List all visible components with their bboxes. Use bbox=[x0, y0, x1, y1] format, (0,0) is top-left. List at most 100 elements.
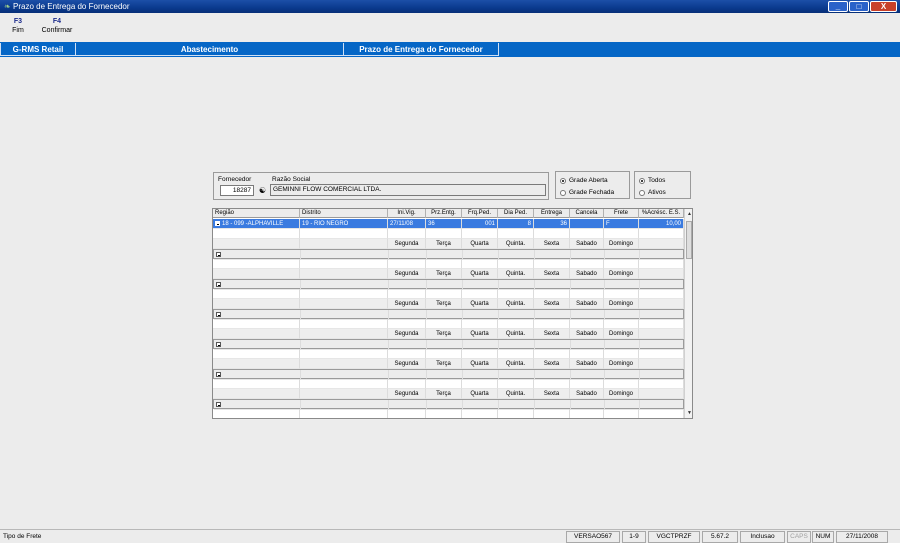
status-program: VGCTPRZF bbox=[648, 531, 700, 543]
col-header[interactable]: Distrito bbox=[300, 209, 388, 218]
weekday-row[interactable]: Segunda Terça Quarta Quinta. Sexta Sabado Domi… bbox=[213, 239, 684, 249]
close-button[interactable]: X bbox=[870, 1, 897, 12]
vertical-scrollbar[interactable]: ▲ ▼ bbox=[684, 209, 692, 418]
fim-button[interactable]: F3 Fim bbox=[6, 18, 30, 34]
table-cell: 10,00 bbox=[639, 219, 684, 229]
table-row[interactable] bbox=[213, 229, 684, 239]
scroll-down-icon[interactable]: ▼ bbox=[686, 409, 692, 417]
table-row[interactable] bbox=[213, 399, 685, 410]
table-row[interactable] bbox=[213, 249, 685, 260]
fornecedor-code-input[interactable]: 18287 bbox=[220, 185, 254, 196]
table-cell bbox=[300, 389, 388, 399]
table-cell bbox=[570, 289, 604, 299]
cell-distrito: 19 - RIO NEGRO bbox=[302, 221, 349, 227]
binoculars-icon[interactable]: ☯ bbox=[257, 185, 268, 196]
weekday-cell: Sexta bbox=[534, 269, 570, 279]
weekday-cell: Quinta. bbox=[498, 359, 534, 369]
status-filter-radio-group: Todos Ativos bbox=[634, 171, 691, 199]
table-row[interactable] bbox=[213, 319, 684, 329]
table-cell bbox=[388, 379, 426, 389]
col-header[interactable]: Cancela bbox=[570, 209, 604, 218]
col-header[interactable]: Frq.Ped. bbox=[462, 209, 498, 218]
weekday-cell: Terça bbox=[426, 389, 462, 399]
table-row[interactable] bbox=[213, 289, 684, 299]
col-header[interactable]: Frete bbox=[604, 209, 639, 218]
table-cell bbox=[462, 409, 498, 418]
weekday-cell: Quinta. bbox=[498, 269, 534, 279]
fornecedor-label: Fornecedor bbox=[218, 176, 252, 183]
table-row[interactable] bbox=[213, 409, 684, 418]
prazo-grid[interactable]: Região Distrito Ini.Vig. Prz.Entg. Frq.Ped. D… bbox=[212, 208, 693, 419]
maximize-button[interactable]: □ bbox=[849, 1, 869, 12]
table-row[interactable] bbox=[213, 279, 685, 290]
weekday-row[interactable]: Segunda Terça Quarta Quinta. Sexta Sabado Domi… bbox=[213, 269, 684, 279]
table-cell bbox=[639, 319, 684, 329]
status-bar: Tipo de Frete VERSAO567 1-9 VGCTPRZF 5.6… bbox=[0, 529, 900, 543]
col-header[interactable]: Entrega bbox=[534, 209, 570, 218]
table-row[interactable] bbox=[213, 349, 684, 359]
table-cell bbox=[426, 409, 462, 418]
collapse-icon[interactable] bbox=[215, 221, 220, 226]
table-row[interactable] bbox=[213, 379, 684, 389]
scroll-thumb[interactable] bbox=[686, 221, 692, 259]
table-cell bbox=[639, 269, 684, 279]
weekday-row[interactable]: Segunda Terça Quarta Quinta. Sexta Sabado Domi… bbox=[213, 329, 684, 339]
cell-dia-ped: 8 bbox=[527, 221, 531, 227]
todos-radio[interactable]: Todos bbox=[639, 177, 665, 184]
confirmar-label: Confirmar bbox=[41, 27, 73, 34]
confirmar-button[interactable]: F4 Confirmar bbox=[38, 18, 76, 34]
table-cell bbox=[300, 409, 388, 418]
table-cell bbox=[498, 289, 534, 299]
grade-aberta-label: Grade Aberta bbox=[569, 177, 608, 184]
collapse-icon[interactable] bbox=[216, 312, 221, 317]
col-header[interactable]: Dia Ped. bbox=[498, 209, 534, 218]
col-header[interactable]: Prz.Entg. bbox=[426, 209, 462, 218]
collapse-icon[interactable] bbox=[216, 402, 221, 407]
table-cell bbox=[639, 289, 684, 299]
weekday-cell: Domingo bbox=[604, 269, 639, 279]
table-cell bbox=[300, 269, 388, 279]
table-cell bbox=[604, 379, 639, 389]
col-header[interactable]: Região bbox=[213, 209, 300, 218]
table-cell bbox=[498, 349, 534, 359]
table-cell bbox=[639, 409, 684, 418]
cell-prz-entg: 36 bbox=[428, 221, 435, 227]
grade-fechada-radio[interactable]: Grade Fechada bbox=[560, 189, 614, 196]
f3-key: F3 bbox=[13, 18, 23, 25]
col-header[interactable]: %Acrésc. E.S. bbox=[639, 209, 684, 218]
table-cell: F bbox=[604, 219, 639, 229]
table-cell bbox=[639, 389, 684, 399]
collapse-icon[interactable] bbox=[216, 372, 221, 377]
grade-fechada-label: Grade Fechada bbox=[569, 189, 615, 196]
f4-key: F4 bbox=[52, 18, 62, 25]
weekday-cell: Quarta bbox=[462, 359, 498, 369]
table-cell bbox=[498, 319, 534, 329]
ativos-radio[interactable]: Ativos bbox=[639, 189, 666, 196]
collapse-icon[interactable] bbox=[216, 252, 221, 257]
table-cell bbox=[426, 289, 462, 299]
table-cell bbox=[604, 229, 639, 239]
col-header[interactable]: Ini.Vig. bbox=[388, 209, 426, 218]
minimize-button[interactable]: _ bbox=[828, 1, 848, 12]
table-row[interactable] bbox=[213, 339, 685, 350]
collapse-icon[interactable] bbox=[216, 282, 221, 287]
table-cell: 19 - RIO NEGRO bbox=[300, 219, 388, 229]
table-row[interactable] bbox=[213, 369, 685, 380]
table-cell bbox=[213, 229, 300, 239]
weekday-cell: Segunda bbox=[388, 269, 426, 279]
collapse-icon[interactable] bbox=[216, 342, 221, 347]
table-cell bbox=[426, 259, 462, 269]
weekday-row[interactable]: Segunda Terça Quarta Quinta. Sexta Sabado Domi… bbox=[213, 389, 684, 399]
table-row[interactable] bbox=[213, 309, 685, 320]
table-cell: 001 bbox=[462, 219, 498, 229]
grade-aberta-radio[interactable]: Grade Aberta bbox=[560, 177, 608, 184]
status-message: Tipo de Frete bbox=[3, 533, 42, 540]
scroll-up-icon[interactable]: ▲ bbox=[686, 210, 692, 218]
table-cell bbox=[300, 259, 388, 269]
weekday-row[interactable]: Segunda Terça Quarta Quinta. Sexta Sabado Domi… bbox=[213, 299, 684, 309]
weekday-row[interactable]: Segunda Terça Quarta Quinta. Sexta Sabado Domi… bbox=[213, 359, 684, 369]
selected-table-row[interactable]: 18 - 099 -ALPHAVILLE 19 - RIO NEGRO 27/11/… bbox=[213, 219, 684, 229]
table-cell bbox=[213, 379, 300, 389]
table-cell bbox=[213, 239, 300, 249]
table-row[interactable] bbox=[213, 259, 684, 269]
